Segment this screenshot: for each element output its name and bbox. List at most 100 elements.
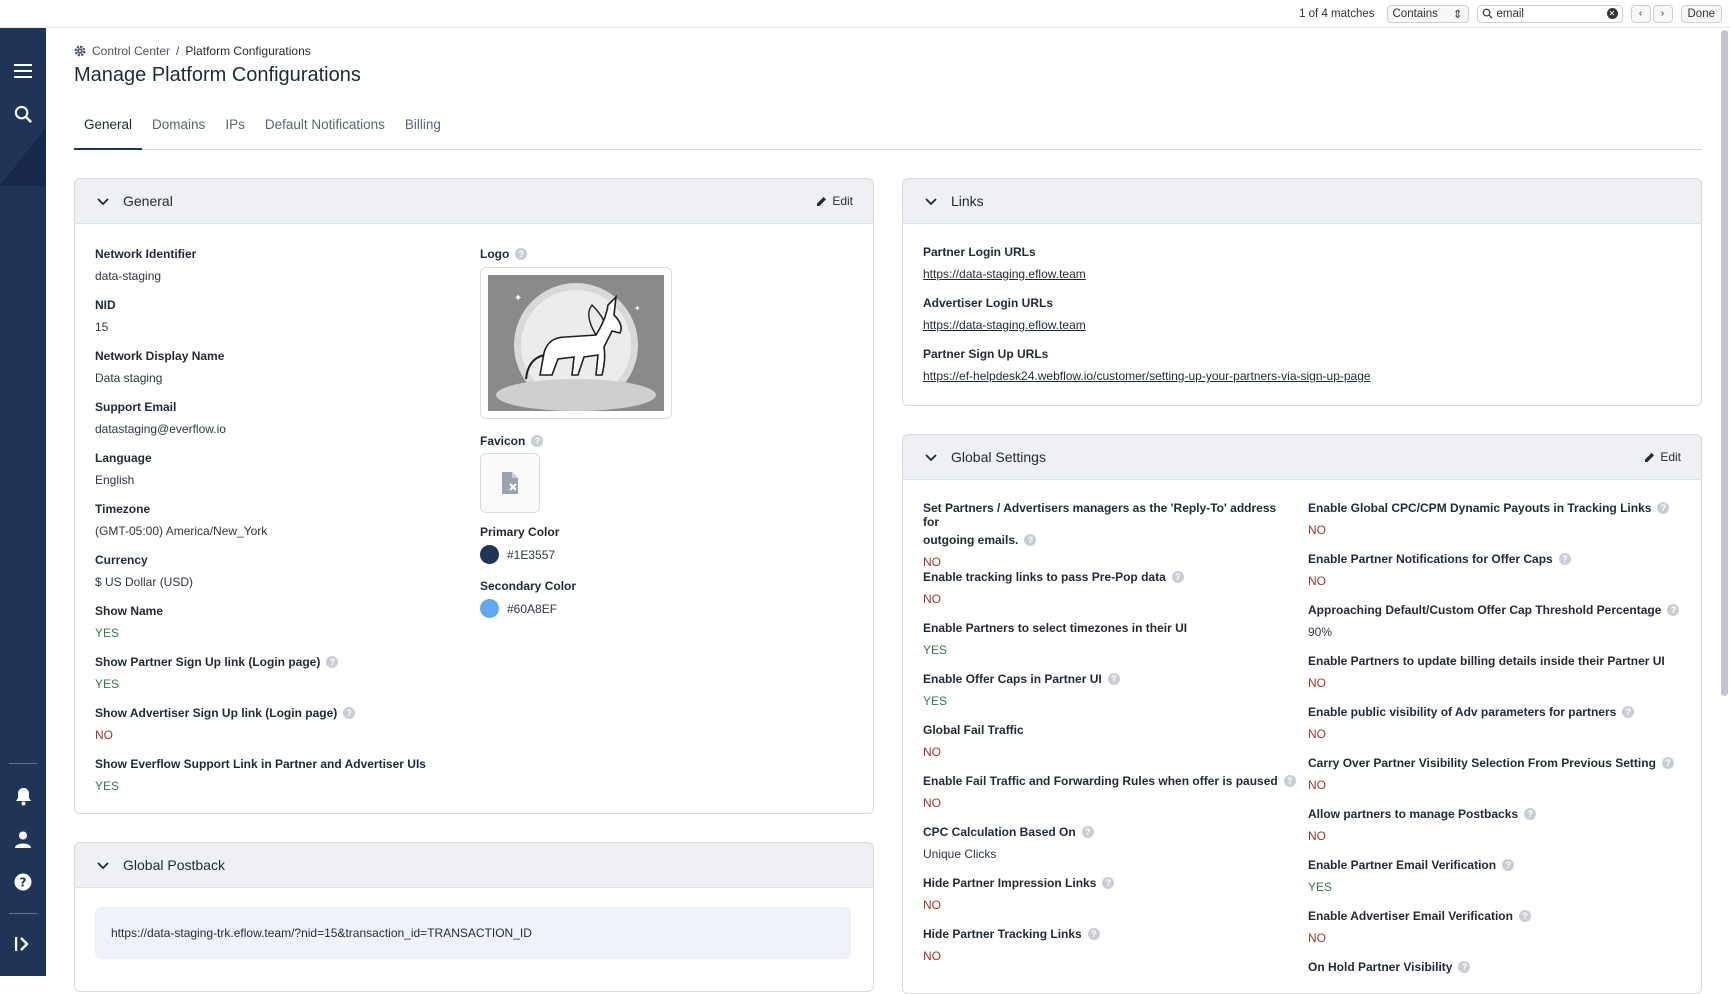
clear-icon[interactable]: ✕ bbox=[1606, 8, 1618, 19]
breadcrumb-root-link[interactable]: Control Center bbox=[92, 44, 170, 58]
global-postback-card: Global Postback https://data-staging-trk… bbox=[74, 842, 874, 992]
setting-advertiser-email-verification: Enable Advertiser Email Verification? NO bbox=[1308, 909, 1531, 945]
menu-icon[interactable] bbox=[0, 58, 46, 84]
setting-fail-traffic-paused: Enable Fail Traffic and Forwarding Rules… bbox=[923, 774, 1296, 810]
secondary-color-swatch bbox=[480, 599, 499, 618]
help-icon[interactable]: ? bbox=[1661, 757, 1674, 769]
help-icon[interactable]: ? bbox=[1518, 910, 1531, 922]
help-icon[interactable]: ? bbox=[1458, 961, 1471, 973]
find-bar: 1 of 4 matches Contains ⇕ email ✕ ‹ › Do… bbox=[0, 0, 1730, 28]
help-icon[interactable]: ? bbox=[326, 656, 339, 668]
previous-match-button[interactable]: ‹ bbox=[1630, 4, 1651, 23]
expand-icon[interactable] bbox=[0, 931, 46, 957]
chevron-down-icon[interactable] bbox=[925, 194, 937, 209]
general-edit-button[interactable]: Edit bbox=[816, 194, 853, 208]
field-partner-signup-urls: Partner Sign Up URLs https://ef-helpdesk2… bbox=[923, 347, 1371, 383]
global-settings-header: Global Settings Edit bbox=[903, 435, 1701, 480]
chevron-down-icon[interactable] bbox=[97, 194, 109, 209]
bell-icon[interactable] bbox=[0, 783, 46, 809]
global-postback-url: https://data-staging-trk.eflow.team/?nid… bbox=[95, 907, 851, 959]
chevron-down-icon[interactable] bbox=[925, 450, 937, 465]
help-icon[interactable]: ? bbox=[1558, 553, 1571, 565]
links-card-title: Links bbox=[951, 193, 984, 209]
help-icon[interactable]: ? bbox=[1107, 673, 1120, 685]
sidebar-divider bbox=[9, 913, 37, 914]
setting-partner-manage-postbacks: Allow partners to manage Postbacks? NO bbox=[1308, 807, 1537, 843]
field-language: Language English bbox=[95, 451, 152, 487]
help-icon[interactable]: ? bbox=[1622, 706, 1635, 718]
next-match-button[interactable]: › bbox=[1652, 4, 1673, 23]
tab-billing[interactable]: Billing bbox=[395, 106, 451, 150]
global-postback-header: Global Postback bbox=[75, 843, 873, 888]
help-icon[interactable]: ? bbox=[1024, 534, 1037, 546]
logo-preview[interactable]: ✦ ✦ bbox=[480, 267, 672, 419]
favicon-preview[interactable] bbox=[480, 453, 540, 513]
missing-file-icon bbox=[502, 472, 518, 494]
help-icon[interactable]: ? bbox=[1283, 775, 1296, 787]
help-icon[interactable]: ? bbox=[1524, 808, 1537, 820]
tab-ips[interactable]: IPs bbox=[215, 106, 255, 150]
field-show-advertiser-signup: Show Advertiser Sign Up link (Login page… bbox=[95, 706, 356, 742]
breadcrumb-current: Platform Configurations bbox=[185, 44, 311, 58]
field-secondary-color: Secondary Color #60A8EF bbox=[480, 579, 576, 618]
help-icon[interactable]: ? bbox=[515, 248, 528, 260]
pencil-icon bbox=[817, 196, 827, 206]
setting-partner-billing-details: Enable Partners to update billing detail… bbox=[1308, 654, 1665, 690]
global-settings-title: Global Settings bbox=[951, 449, 1046, 465]
setting-partner-offer-cap-notifications: Enable Partner Notifications for Offer C… bbox=[1308, 552, 1571, 588]
tab-general[interactable]: General bbox=[74, 106, 143, 150]
page-scrollbar[interactable] bbox=[1721, 30, 1728, 696]
partner-signup-url-link[interactable]: https://ef-helpdesk24.webflow.io/custome… bbox=[923, 369, 1371, 383]
search-icon[interactable] bbox=[0, 101, 46, 127]
general-card: General Edit Network Identifier data-stag… bbox=[74, 178, 874, 814]
help-icon[interactable]: ? bbox=[1171, 571, 1184, 583]
gear-icon bbox=[74, 45, 86, 57]
links-card-header: Links bbox=[903, 179, 1701, 224]
user-icon[interactable] bbox=[0, 826, 46, 852]
help-icon[interactable]: ? bbox=[1087, 928, 1100, 940]
field-support-email: Support Email datastaging@everflow.io bbox=[95, 400, 226, 436]
advertiser-login-url-link[interactable]: https://data-staging.eflow.team bbox=[923, 318, 1086, 332]
field-advertiser-login-urls: Advertiser Login URLs https://data-stagin… bbox=[923, 296, 1086, 332]
tab-default-notifications[interactable]: Default Notifications bbox=[255, 106, 395, 150]
sidebar-decoration bbox=[0, 128, 46, 186]
search-icon bbox=[1482, 8, 1493, 19]
sidebar: ? bbox=[0, 28, 46, 976]
global-postback-title: Global Postback bbox=[123, 857, 225, 873]
setting-partner-timezones: Enable Partners to select timezones in t… bbox=[923, 621, 1188, 657]
done-button[interactable]: Done bbox=[1680, 4, 1722, 23]
field-favicon: Favicon? bbox=[480, 434, 544, 448]
svg-text:✦: ✦ bbox=[634, 304, 641, 313]
chevron-left-icon: ‹ bbox=[1638, 8, 1643, 19]
tab-domains[interactable]: Domains bbox=[142, 106, 215, 150]
global-settings-edit-button[interactable]: Edit bbox=[1644, 450, 1681, 464]
chevron-right-icon: › bbox=[1660, 8, 1665, 19]
tab-bar: General Domains IPs Default Notification… bbox=[74, 106, 1702, 150]
partner-login-url-link[interactable]: https://data-staging.eflow.team bbox=[923, 267, 1086, 281]
find-input[interactable]: email ✕ bbox=[1476, 4, 1623, 23]
updown-icon: ⇕ bbox=[1452, 8, 1463, 21]
sidebar-divider bbox=[9, 763, 37, 764]
field-partner-login-urls: Partner Login URLs https://data-staging.e… bbox=[923, 245, 1086, 281]
global-settings-card: Global Settings Edit Set Partners / Adve… bbox=[902, 434, 1702, 994]
field-network-display-name: Network Display Name Data staging bbox=[95, 349, 225, 385]
help-icon[interactable]: ? bbox=[1657, 502, 1670, 514]
setting-offer-caps-partner-ui: Enable Offer Caps in Partner UI? YES bbox=[923, 672, 1120, 708]
help-icon[interactable]: ? bbox=[1502, 859, 1515, 871]
setting-reply-to-managers: Set Partners / Advertisers managers as t… bbox=[923, 501, 1277, 569]
help-icon[interactable]: ? bbox=[0, 869, 46, 895]
field-network-identifier: Network Identifier data-staging bbox=[95, 247, 197, 283]
general-card-header: General Edit bbox=[75, 179, 873, 224]
setting-global-fail-traffic: Global Fail Traffic NO bbox=[923, 723, 1024, 759]
match-mode-select[interactable]: Contains ⇕ bbox=[1386, 4, 1469, 23]
help-icon[interactable]: ? bbox=[343, 707, 356, 719]
breadcrumb-separator: / bbox=[176, 44, 180, 58]
svg-text:✦: ✦ bbox=[514, 293, 522, 304]
general-card-title: General bbox=[123, 193, 173, 209]
chevron-down-icon[interactable] bbox=[97, 858, 109, 873]
help-icon[interactable]: ? bbox=[1102, 877, 1115, 889]
match-count: 1 of 4 matches bbox=[1299, 7, 1375, 20]
help-icon[interactable]: ? bbox=[531, 435, 544, 447]
help-icon[interactable]: ? bbox=[1667, 604, 1680, 616]
help-icon[interactable]: ? bbox=[1081, 826, 1094, 838]
